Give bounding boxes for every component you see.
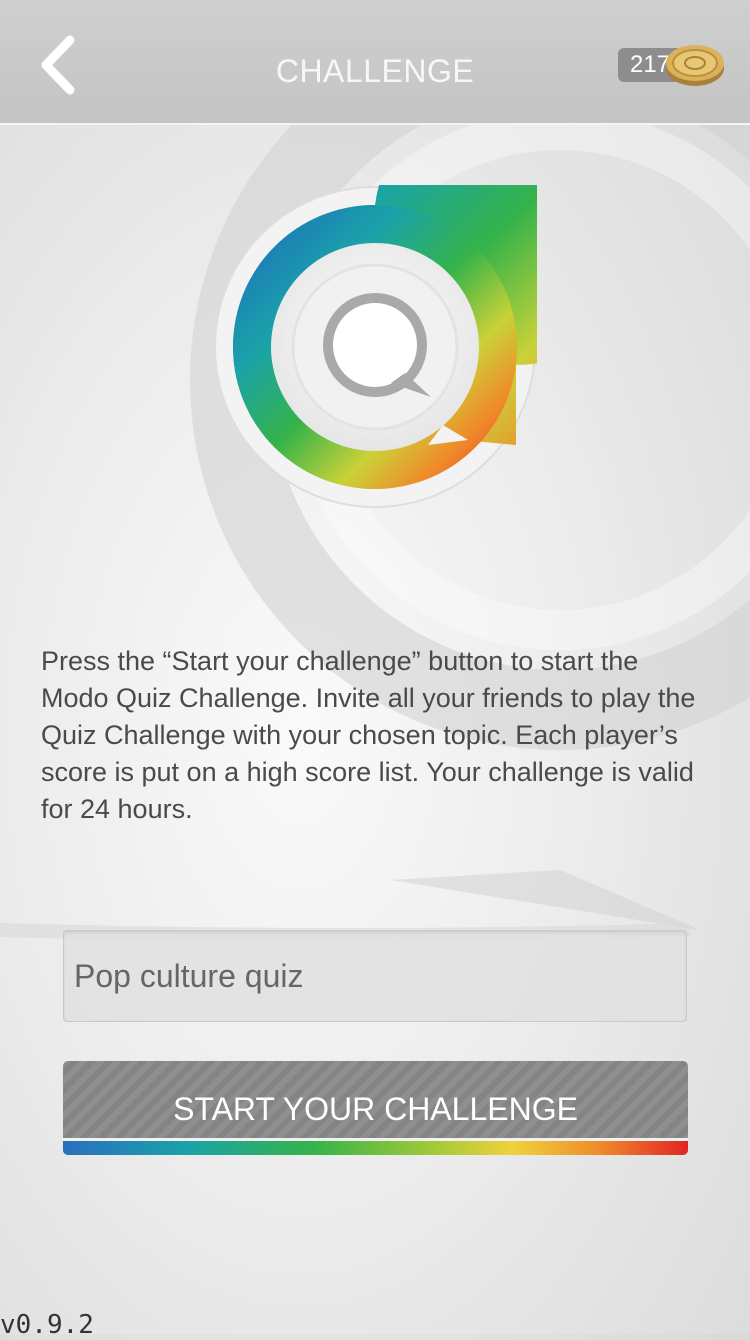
quiz-logo-icon bbox=[214, 185, 537, 508]
coin-balance: 217 bbox=[618, 38, 726, 90]
coin-icon bbox=[666, 45, 724, 86]
topic-field[interactable] bbox=[63, 930, 687, 1022]
start-challenge-button[interactable]: START YOUR CHALLENGE bbox=[63, 1061, 688, 1155]
top-bar: CHALLENGE 217 bbox=[0, 0, 750, 125]
challenge-description: Press the “Start your challenge” button … bbox=[41, 646, 696, 824]
version-label: v0.9.2 bbox=[0, 1310, 94, 1340]
start-challenge-label: START YOUR CHALLENGE bbox=[173, 1091, 578, 1127]
rainbow-bar bbox=[63, 1138, 688, 1155]
